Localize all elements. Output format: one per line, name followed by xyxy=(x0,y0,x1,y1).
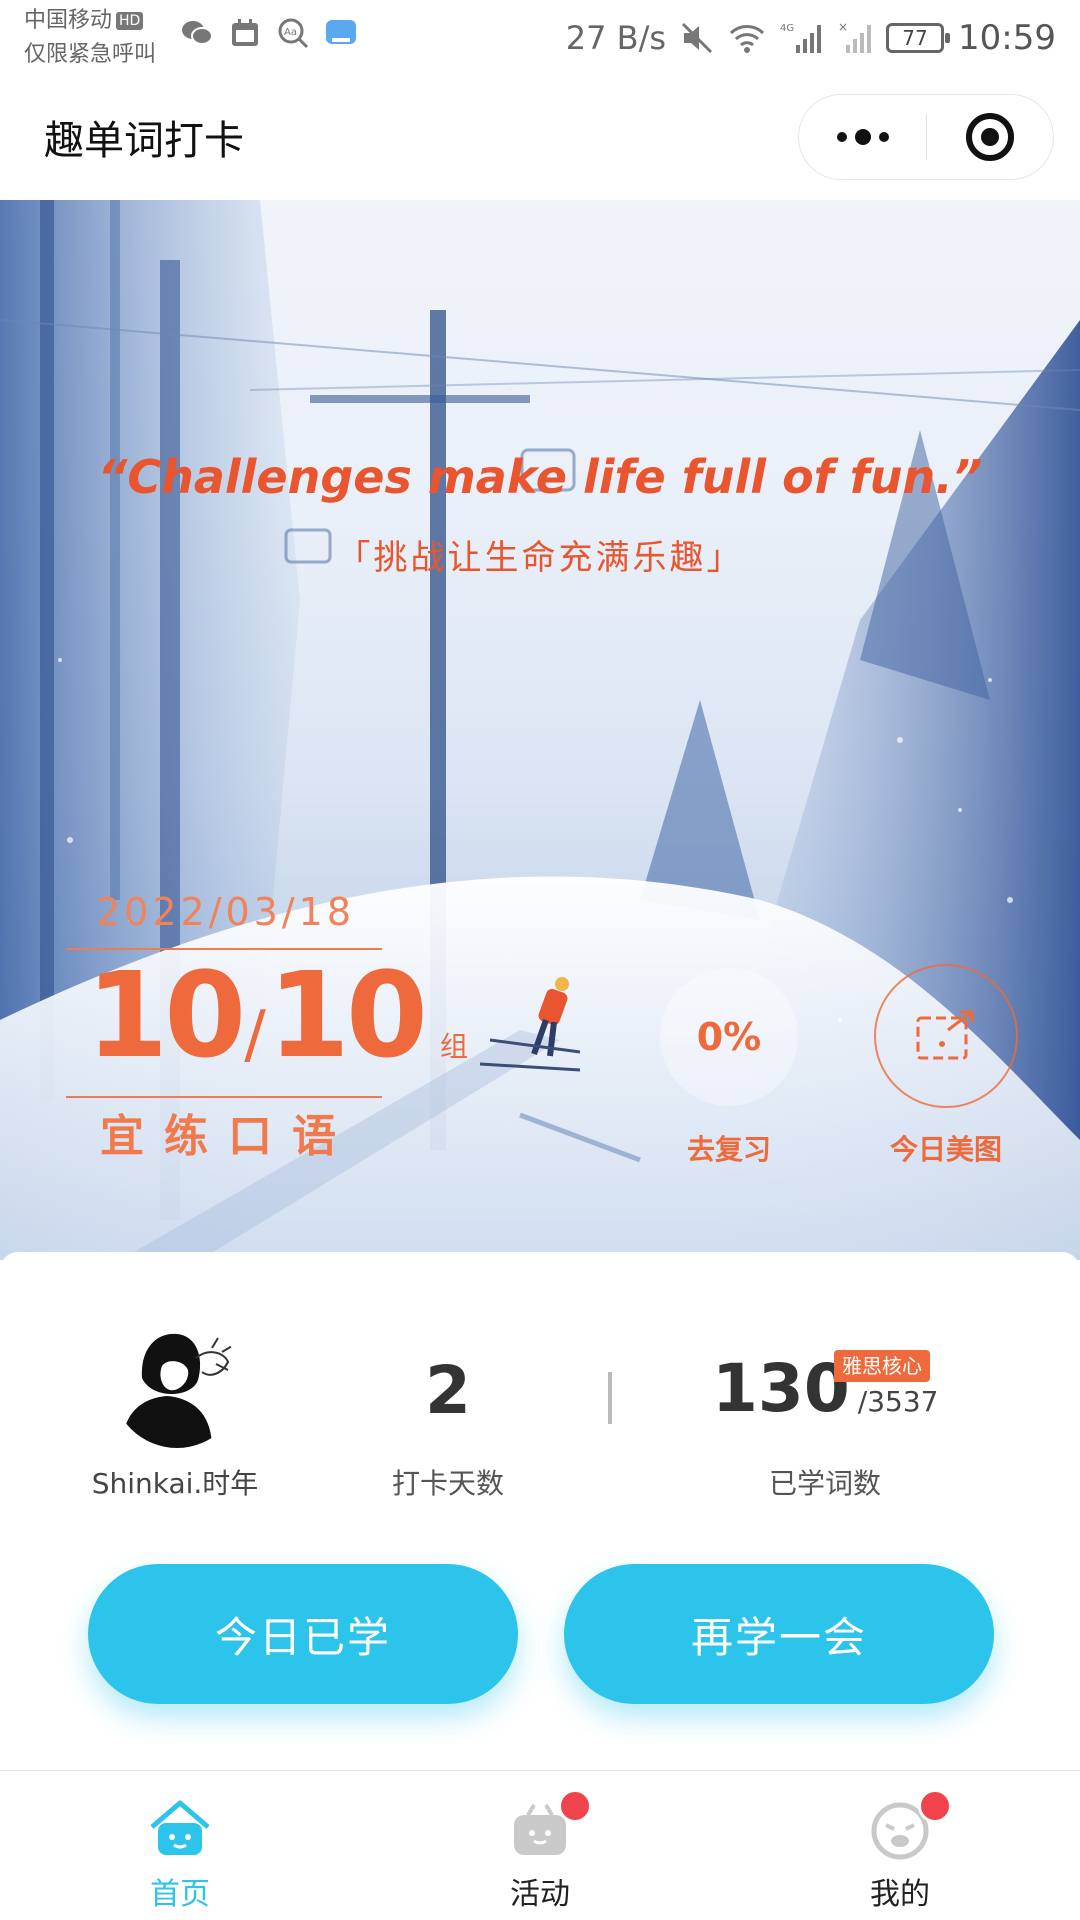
words-learned-count: 130 xyxy=(712,1350,850,1427)
divider-line xyxy=(66,1096,382,1098)
words-total-count: /3537 xyxy=(857,1385,939,1418)
more-dot-icon xyxy=(878,132,889,142)
daily-photo-button[interactable] xyxy=(874,964,1018,1108)
stats-divider xyxy=(608,1372,612,1424)
groups-done: 10 xyxy=(86,946,246,1084)
target-close-icon xyxy=(965,113,1014,161)
dictionary-search-icon: Aa xyxy=(276,16,310,50)
words-learned-label: 已学词数 xyxy=(768,1467,881,1500)
signal-4g-icon: 4G xyxy=(780,23,822,53)
battery-icon: 77 xyxy=(886,23,951,53)
carrier-name: 中国移动 xyxy=(24,8,113,33)
clock: 10:59 xyxy=(958,18,1056,58)
username: Shinkai.时年 xyxy=(91,1467,259,1500)
close-mini-program-button[interactable] xyxy=(927,95,1053,179)
wechat-icon xyxy=(180,16,214,50)
more-dot-icon xyxy=(854,129,871,145)
svg-text:Aa: Aa xyxy=(284,27,297,38)
signal-sim2-icon: × xyxy=(838,21,872,53)
emergency-text: 仅限紧急呼叫 xyxy=(24,42,157,67)
hd-badge: HD xyxy=(116,12,144,30)
message-app-icon xyxy=(324,16,358,50)
calendar-icon xyxy=(228,16,262,50)
daily-hero-banner: “Challenges make life full of fun.” 「挑战让… xyxy=(0,200,1080,1260)
avatar[interactable] xyxy=(112,1318,242,1448)
groups-separator: / xyxy=(244,998,266,1072)
groups-total: 10 xyxy=(267,946,428,1084)
tab-profile[interactable]: 我的 xyxy=(800,1771,1000,1920)
wifi-icon xyxy=(729,25,765,53)
page-title: 趣单词打卡 xyxy=(44,118,244,164)
groups-unit: 组 xyxy=(440,1030,469,1063)
today-date: 2022/03/18 xyxy=(96,890,356,934)
daily-quote-english: “Challenges make life full of fun.” xyxy=(97,450,983,504)
learn-more-button[interactable]: 再学一会 xyxy=(564,1564,994,1704)
wordbook-badge[interactable]: 雅思核心 xyxy=(834,1350,930,1382)
svg-text:4G: 4G xyxy=(780,23,794,34)
more-dot-icon xyxy=(836,132,847,142)
svg-text:×: × xyxy=(838,21,848,34)
tab-home-label: 首页 xyxy=(150,1877,210,1912)
checkin-days-value: 2 xyxy=(425,1352,471,1429)
tab-activity-label: 活动 xyxy=(510,1877,570,1912)
stats-card: Shinkai.时年 2 打卡天数 130/3537 雅思核心 已学词数 今日已… xyxy=(0,1252,1080,1772)
checkin-days-label: 打卡天数 xyxy=(391,1467,504,1500)
network-speed: 27 B/s xyxy=(565,19,667,57)
tab-activity[interactable]: 活动 xyxy=(440,1771,640,1920)
review-button[interactable]: 0% xyxy=(660,968,798,1106)
mini-program-navbar: 趣单词打卡 xyxy=(0,80,1080,200)
tab-profile-label: 我的 xyxy=(870,1877,930,1912)
mute-icon xyxy=(681,22,713,54)
review-label[interactable]: 去复习 xyxy=(660,1128,798,1168)
activity-notification-dot xyxy=(558,1789,592,1823)
tab-home[interactable]: 首页 xyxy=(80,1771,280,1920)
daily-photo-label[interactable]: 今日美图 xyxy=(866,1128,1026,1168)
daily-advice: 宜练口语 xyxy=(100,1111,356,1162)
daily-quote-chinese: 「挑战让生命充满乐趣」 xyxy=(336,538,744,578)
bottom-tab-bar: 首页 活动 我的 xyxy=(0,1770,1080,1920)
menu-capsule xyxy=(798,94,1054,180)
carrier-info: 中国移动 HD 仅限紧急呼叫 xyxy=(24,4,156,72)
image-share-icon xyxy=(916,1010,974,1060)
status-bar: 中国移动 HD 仅限紧急呼叫 Aa 27 B/s 4G × 77 10:59 xyxy=(0,0,1080,80)
groups-progress: 10/10 组 xyxy=(86,955,468,1095)
today-learned-button[interactable]: 今日已学 xyxy=(88,1564,518,1704)
review-percent: 0% xyxy=(696,1015,762,1059)
notification-icons: Aa xyxy=(180,16,358,50)
more-options-button[interactable] xyxy=(799,95,926,179)
system-indicators: 27 B/s 4G × 77 10:59 xyxy=(566,10,1056,66)
avatar-sketch-image xyxy=(112,1318,242,1448)
profile-notification-dot xyxy=(918,1789,952,1823)
home-icon xyxy=(150,1800,210,1855)
